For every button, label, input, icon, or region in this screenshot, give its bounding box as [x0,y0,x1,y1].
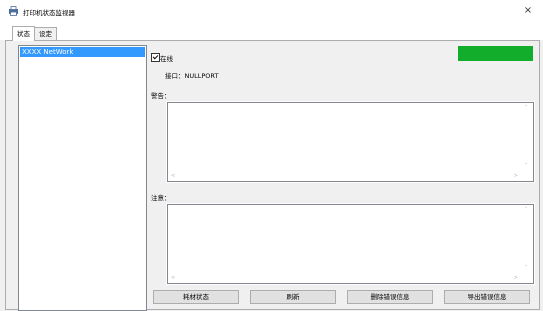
scroll-right-icon[interactable]: > [514,173,518,179]
printer-list-item[interactable]: XXXX NetWork [20,47,145,57]
port-text: 接口：NULLPORT [165,72,219,80]
status-indicator [458,46,533,61]
consumables-status-button[interactable]: 耗材状态 [153,290,239,304]
tab-strip [0,22,543,40]
note-textbox[interactable]: ˄ ˅ < > [166,203,535,285]
warning-textbox[interactable]: ˄ ˅ < > [166,101,535,183]
refresh-button[interactable]: 刷新 [250,290,336,304]
tab-settings[interactable]: 设定 [34,27,57,40]
export-errors-button[interactable]: 导出错误信息 [444,290,530,304]
scroll-left-icon[interactable]: < [171,173,175,179]
warning-horizontal-scrollbar[interactable]: < > [168,171,521,181]
warning-vertical-scrollbar[interactable]: ˄ ˅ [521,103,533,171]
window-title: 打印机状态监视器 [23,9,75,17]
tab-status[interactable]: 状态 [12,26,35,41]
online-label: 在线 [160,55,173,63]
scroll-right-icon[interactable]: > [514,275,518,281]
scroll-up-icon[interactable]: ˄ [525,207,528,213]
online-checkbox[interactable] [151,53,160,62]
delete-errors-button[interactable]: 删除错误信息 [347,290,433,304]
note-label: 注意： [151,194,171,202]
scroll-up-icon[interactable]: ˄ [525,105,528,111]
scroll-left-icon[interactable]: < [171,275,175,281]
scroll-down-icon[interactable]: ˅ [525,265,528,271]
title-bar: 打印机状态监视器 × [0,0,543,22]
note-horizontal-scrollbar[interactable]: < > [168,273,521,283]
close-button[interactable]: × [513,0,543,22]
scroll-down-icon[interactable]: ˅ [525,163,528,169]
printer-list[interactable]: XXXX NetWork [18,45,147,311]
note-vertical-scrollbar[interactable]: ˄ ˅ [521,205,533,273]
printer-icon [8,6,19,16]
warning-label: 警告： [151,92,171,100]
